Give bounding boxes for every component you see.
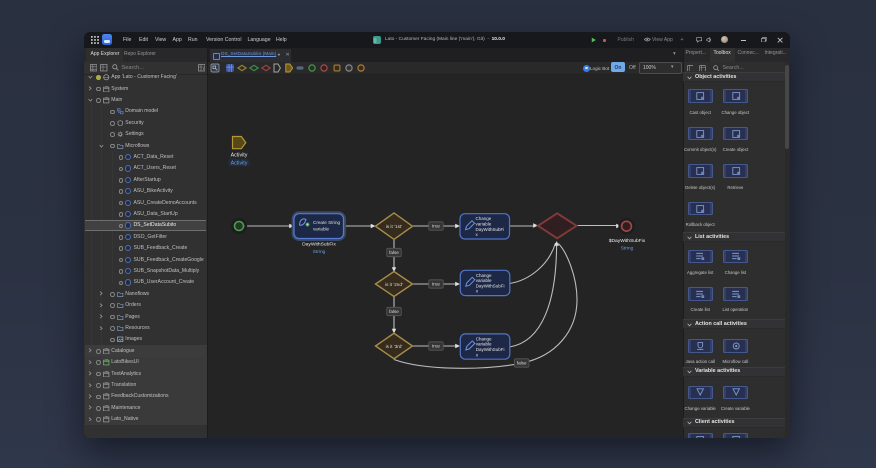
svg-text:DayWithSubFi: DayWithSubFi [476, 283, 505, 288]
svg-text:true: true [432, 224, 440, 229]
svg-text:true: true [432, 344, 440, 349]
svg-text:is it ‘1st’: is it ‘1st’ [386, 224, 402, 229]
svg-text:Change: Change [476, 273, 492, 278]
svg-text:DayWithSubFi: DayWithSubFi [476, 227, 505, 232]
svg-text:Change: Change [476, 216, 492, 221]
svg-text:false: false [389, 309, 399, 314]
svg-text:DayWithSubFi: DayWithSubFi [476, 347, 505, 352]
svg-text:variable: variable [476, 342, 492, 347]
svg-text:$DayWithSubFix: $DayWithSubFix [609, 238, 646, 244]
svg-text:variable: variable [313, 227, 330, 232]
svg-text:String: String [313, 249, 326, 255]
svg-text:variable: variable [476, 278, 492, 283]
svg-text:false: false [517, 361, 527, 366]
svg-text:String: String [621, 246, 634, 252]
svg-text:Activity: Activity [231, 153, 248, 159]
svg-text:is it ‘3rd’: is it ‘3rd’ [386, 344, 403, 349]
svg-text:is it ‘2nd’: is it ‘2nd’ [385, 282, 403, 287]
svg-text:DayWithSubFix: DayWithSubFix [302, 242, 336, 248]
svg-text:Change: Change [476, 336, 492, 341]
svg-text:true: true [432, 282, 440, 287]
svg-text:false: false [389, 250, 399, 255]
svg-text:Activity: Activity [231, 161, 248, 167]
svg-text:Create String: Create String [313, 220, 341, 225]
svg-text:variable: variable [476, 222, 492, 227]
